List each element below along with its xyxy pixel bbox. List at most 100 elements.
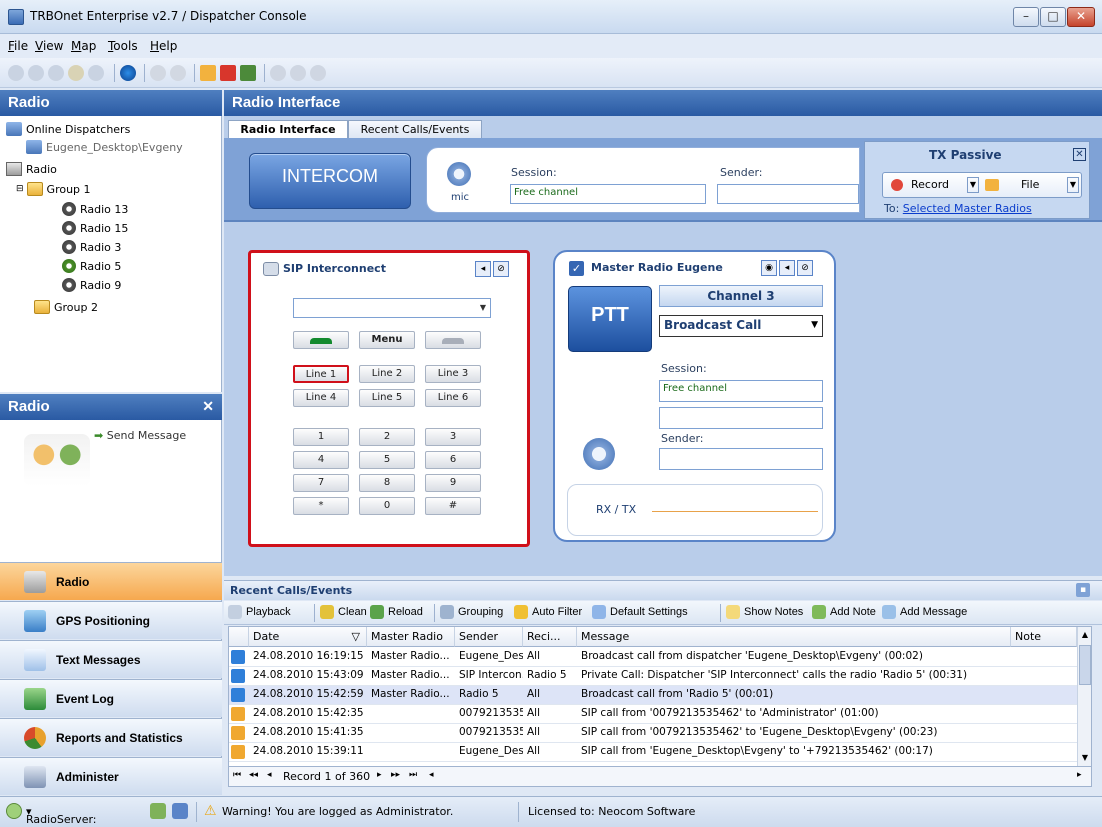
key-6[interactable]: 6 [425, 451, 481, 469]
tree-radio-3[interactable]: Radio 3 [62, 238, 121, 256]
key-2[interactable]: 2 [359, 428, 415, 446]
close-button[interactable]: ✕ [1067, 7, 1095, 27]
mic-icon[interactable] [583, 438, 615, 470]
key-hash[interactable]: # [425, 497, 481, 515]
menu-help[interactable]: Help [150, 39, 177, 53]
table-row[interactable]: 24.08.2010 15:41:35 0079213535... All SIP c… [229, 724, 1077, 743]
column-header-master-radio[interactable]: Master Radio [367, 627, 455, 647]
nav-gps-positioning[interactable]: GPS Positioning [0, 601, 222, 639]
nav-administer[interactable]: Administer [0, 757, 222, 795]
tab-recent-calls[interactable]: Recent Calls/Events [348, 120, 482, 140]
tree-radio-5[interactable]: Radio 5 [62, 257, 121, 275]
tree-radio-13[interactable]: Radio 13 [62, 200, 128, 218]
map-pin-icon[interactable] [270, 65, 286, 81]
tree-radio-root[interactable]: Radio [6, 160, 57, 178]
key-7[interactable]: 7 [293, 474, 349, 492]
auto-filter-button[interactable]: Auto Filter [532, 606, 582, 618]
line-3-button[interactable]: Line 3 [425, 365, 481, 383]
chevron-down-icon[interactable]: ▼ [480, 303, 486, 312]
collapse-icon[interactable]: ⊟ [16, 184, 24, 194]
map-pin3-icon[interactable] [310, 65, 326, 81]
record-dropdown[interactable]: ▼ [967, 177, 979, 193]
chevron-down-icon[interactable]: ▼ [811, 320, 818, 330]
call-type-select[interactable]: Broadcast Call ▼ [659, 315, 823, 337]
key-8[interactable]: 8 [359, 474, 415, 492]
server-status[interactable]: RadioServer: 127.0.0.1 ▾ [26, 805, 97, 827]
nav-reports-statistics[interactable]: Reports and Statistics [0, 718, 222, 756]
table-row[interactable]: 24.08.2010 16:19:15 Master Radio... Eugene… [229, 648, 1077, 667]
tree-group-2[interactable]: Group 2 [34, 298, 98, 316]
tree-group-1[interactable]: ⊟ Group 1 [16, 180, 91, 198]
line-1-button[interactable]: Line 1 [293, 365, 349, 383]
settings-icon[interactable]: ⊘ [493, 261, 509, 277]
line-4-button[interactable]: Line 4 [293, 389, 349, 407]
favorite-icon[interactable] [68, 65, 84, 81]
send-message-link[interactable]: ➡ Send Message [94, 429, 186, 442]
key-5[interactable]: 5 [359, 451, 415, 469]
mic-icon[interactable] [447, 162, 471, 186]
zoom-out-icon[interactable] [48, 65, 64, 81]
reload-button[interactable]: Reload [388, 606, 423, 618]
vertical-scrollbar[interactable]: ▲ ▼ [1077, 627, 1091, 766]
scroll-up-icon[interactable]: ▲ [1078, 627, 1091, 643]
tree-dispatcher-user[interactable]: Eugene_Desktop\Evgeny [26, 138, 183, 156]
scroll-left-icon[interactable]: ◂ [429, 770, 434, 780]
tree-online-dispatchers[interactable]: Online Dispatchers [6, 120, 130, 138]
tree-radio-9[interactable]: Radio 9 [62, 276, 121, 294]
nav-text-messages[interactable]: Text Messages [0, 640, 222, 678]
home-icon[interactable] [88, 65, 104, 81]
print-icon[interactable] [240, 65, 256, 81]
column-header-note[interactable]: Note [1011, 627, 1077, 647]
record-button[interactable]: Record [911, 178, 949, 191]
show-notes-button[interactable]: Show Notes [744, 606, 803, 618]
tab-radio-interface[interactable]: Radio Interface [228, 120, 348, 140]
playback-button[interactable]: Playback [246, 606, 291, 618]
table-row[interactable]: 24.08.2010 15:43:09 Master Radio... SIP In… [229, 667, 1077, 686]
menu-button[interactable]: Menu [359, 331, 415, 349]
dial-combo[interactable]: ▼ [293, 298, 491, 318]
key-0[interactable]: 0 [359, 497, 415, 515]
volume-icon[interactable]: ◂ [475, 261, 491, 277]
nav-radio[interactable]: Radio [0, 562, 222, 600]
scroll-right-icon[interactable]: ▸ [1077, 770, 1082, 780]
map-pin2-icon[interactable] [290, 65, 306, 81]
tree-radio-15[interactable]: Radio 15 [62, 219, 128, 237]
pin-icon[interactable]: ▪ [1076, 583, 1090, 597]
selected-master-radios-link[interactable]: Selected Master Radios [903, 202, 1032, 215]
save-icon[interactable] [220, 65, 236, 81]
menu-map[interactable]: Map [71, 39, 96, 53]
key-3[interactable]: 3 [425, 428, 481, 446]
scroll-thumb[interactable] [1079, 645, 1091, 685]
clean-button[interactable]: Clean [338, 606, 367, 618]
pencil-icon[interactable] [170, 65, 186, 81]
first-record-icon[interactable]: ⏮ [233, 770, 241, 780]
file-dropdown[interactable]: ▼ [1067, 177, 1079, 193]
close-panel-icon[interactable]: ✕ [202, 398, 214, 415]
next-page-icon[interactable]: ▸▸ [391, 770, 400, 780]
channel-button[interactable]: Channel 3 [659, 285, 823, 307]
line-6-button[interactable]: Line 6 [425, 389, 481, 407]
hangup-button[interactable] [425, 331, 481, 349]
prev-page-icon[interactable]: ◂◂ [249, 770, 258, 780]
key-star[interactable]: * [293, 497, 349, 515]
column-header-message[interactable]: Message [577, 627, 1011, 647]
ptt-button[interactable]: PTT [568, 286, 652, 352]
settings-icon[interactable]: ⊘ [797, 260, 813, 276]
nav-event-log[interactable]: Event Log [0, 679, 222, 717]
table-row[interactable]: 24.08.2010 15:42:35 0079213535... All SIP c… [229, 705, 1077, 724]
folder-icon[interactable] [200, 65, 216, 81]
next-record-icon[interactable]: ▸ [377, 770, 382, 780]
maximize-button[interactable]: □ [1040, 7, 1066, 27]
minimize-button[interactable]: – [1013, 7, 1039, 27]
user-icon[interactable] [172, 803, 188, 819]
line-2-button[interactable]: Line 2 [359, 365, 415, 383]
intercom-button[interactable]: INTERCOM [249, 153, 411, 209]
signal-icon[interactable]: ◉ [761, 260, 777, 276]
default-settings-button[interactable]: Default Settings [610, 606, 688, 618]
add-note-button[interactable]: Add Note [830, 606, 876, 618]
volume-icon[interactable]: ◂ [779, 260, 795, 276]
file-button[interactable]: File [1021, 178, 1039, 191]
zoom-in-icon[interactable] [28, 65, 44, 81]
call-button[interactable] [293, 331, 349, 349]
key-1[interactable]: 1 [293, 428, 349, 446]
